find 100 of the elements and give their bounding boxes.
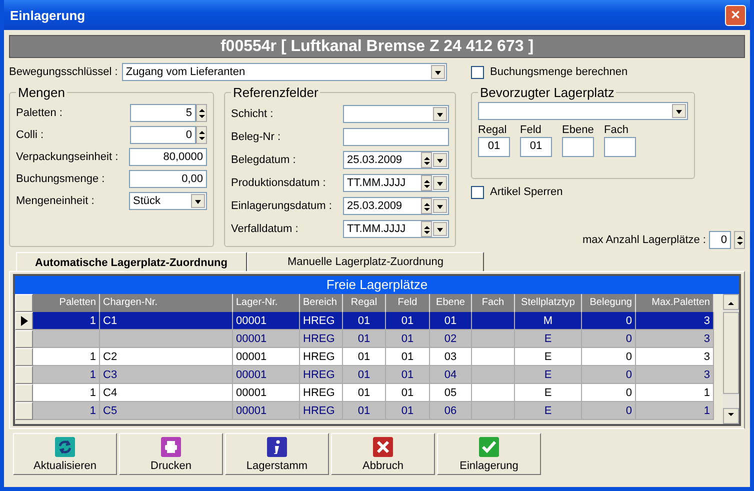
column-header[interactable]: Chargen-Nr.	[100, 294, 233, 312]
table-cell: 1	[636, 402, 714, 420]
table-cell	[472, 330, 515, 348]
date-picker[interactable]: 25.03.2009	[343, 150, 449, 168]
toolbar-button[interactable]: Abbruch	[331, 433, 435, 475]
column-header[interactable]: Stellplatztyp	[515, 294, 582, 312]
input-field[interactable]	[604, 137, 636, 157]
column-header[interactable]: Feld	[386, 294, 430, 312]
spinner-icon	[421, 220, 432, 236]
tab[interactable]: Manuelle Lagerplatz-Zuordnung	[246, 252, 484, 271]
toolbar-button[interactable]: Drucken	[119, 433, 223, 475]
table-cell: HREG	[300, 366, 343, 384]
column-header[interactable]: Belegung	[582, 294, 636, 312]
table-cell: 04	[430, 366, 472, 384]
shift-dropdown[interactable]	[343, 104, 449, 122]
table-cell: 00001	[233, 366, 300, 384]
table-cell: C3	[100, 366, 233, 384]
table-cell: 01	[343, 366, 386, 384]
table-cell: 0	[582, 384, 636, 402]
table-cell: 1	[33, 348, 100, 366]
input-field[interactable]: 01	[478, 137, 510, 157]
table-cell	[472, 312, 515, 330]
group-title: Bevorzugter Lagerplatz	[479, 85, 616, 100]
table-title: Freie Lagerplätze	[15, 276, 739, 294]
table-cell: 05	[430, 384, 472, 402]
table-cell	[472, 348, 515, 366]
table-cell: 06	[430, 402, 472, 420]
field-label: Regal	[478, 124, 508, 136]
field-label: Feld	[520, 124, 542, 136]
spinner-icon[interactable]	[734, 231, 745, 249]
table-cell: 01	[343, 312, 386, 330]
column-header[interactable]: Paletten	[33, 294, 100, 312]
tab[interactable]: Automatische Lagerplatz-Zuordnung	[16, 252, 246, 272]
input-field[interactable]: 01	[520, 137, 552, 157]
table-cell	[472, 366, 515, 384]
input-field[interactable]: 80,0000	[129, 148, 207, 166]
table-cell: 1	[33, 366, 100, 384]
table-cell: 3	[636, 366, 714, 384]
date-picker[interactable]: 25.03.2009	[343, 196, 449, 214]
field-label: Mengeneinheit :	[16, 195, 94, 207]
spinner-icon[interactable]	[196, 104, 207, 122]
date-picker[interactable]: TT.MM.JJJJ	[343, 220, 449, 238]
location-dropdown[interactable]	[478, 102, 688, 120]
checkbox[interactable]	[471, 186, 484, 198]
table-cell: E	[515, 330, 582, 348]
field-label: Verfalldatum :	[231, 222, 298, 234]
row-header[interactable]	[15, 312, 33, 330]
column-header[interactable]: Bereich	[300, 294, 343, 312]
field-label: Beleg-Nr :	[231, 130, 281, 142]
table-cell: 01	[343, 402, 386, 420]
table-cell: E	[515, 402, 582, 420]
movement-key-dropdown[interactable]: Zugang vom Lieferanten	[122, 63, 447, 81]
scrollbar[interactable]	[723, 294, 739, 424]
scroll-down-icon[interactable]	[723, 408, 739, 424]
field-label: Ebene	[562, 124, 594, 136]
table-cell: C2	[100, 348, 233, 366]
table-cell: E	[515, 384, 582, 402]
spinner-icon	[421, 198, 432, 214]
close-button[interactable]: ✕	[725, 4, 746, 26]
checkbox-label: Buchungsmenge berechnen	[490, 66, 628, 78]
column-header[interactable]: Ebene	[430, 294, 472, 312]
table-cell: 01	[386, 384, 430, 402]
column-header[interactable]: Regal	[343, 294, 386, 312]
toolbar-button[interactable]: Einlagerung	[437, 433, 541, 475]
field-label: max Anzahl Lagerplätze :	[582, 234, 706, 246]
toolbar-button[interactable]: Aktualisieren	[13, 433, 117, 475]
field-label: Colli :	[16, 129, 44, 141]
table-cell: HREG	[300, 402, 343, 420]
date-picker[interactable]: TT.MM.JJJJ	[343, 174, 449, 192]
spinner-icon[interactable]	[196, 126, 207, 144]
column-header[interactable]: Max.Paletten	[636, 294, 714, 312]
table-cell: 3	[636, 330, 714, 348]
input-field[interactable]: 0,00	[129, 170, 207, 188]
number-field[interactable]: 5	[130, 104, 196, 122]
checkbox-label: Artikel Sperren	[490, 186, 563, 198]
info-icon	[267, 436, 287, 456]
table-cell: 03	[430, 348, 472, 366]
table-cell: 01	[386, 330, 430, 348]
unit-dropdown[interactable]: Stück	[129, 192, 207, 210]
table-cell: 01	[386, 348, 430, 366]
table-cell: 02	[430, 330, 472, 348]
column-header[interactable]: Fach	[472, 294, 515, 312]
table-cell: HREG	[300, 384, 343, 402]
input-field[interactable]	[562, 137, 594, 157]
table-cell	[472, 384, 515, 402]
check-icon	[479, 436, 499, 456]
number-field[interactable]: 0	[709, 231, 731, 249]
table-cell: 00001	[233, 330, 300, 348]
scroll-up-icon[interactable]	[723, 294, 739, 310]
toolbar-button[interactable]: Lagerstamm	[225, 433, 329, 475]
field-label: Belegdatum :	[231, 154, 296, 166]
table-cell: 01	[343, 384, 386, 402]
table-cell: 1	[33, 384, 100, 402]
table-cell: 01	[386, 366, 430, 384]
column-header[interactable]: Lager-Nr.	[233, 294, 300, 312]
checkbox[interactable]	[471, 66, 484, 78]
input-field[interactable]	[343, 128, 449, 146]
spinner-icon	[421, 174, 432, 190]
table-cell: HREG	[300, 312, 343, 330]
number-field[interactable]: 0	[130, 126, 196, 144]
